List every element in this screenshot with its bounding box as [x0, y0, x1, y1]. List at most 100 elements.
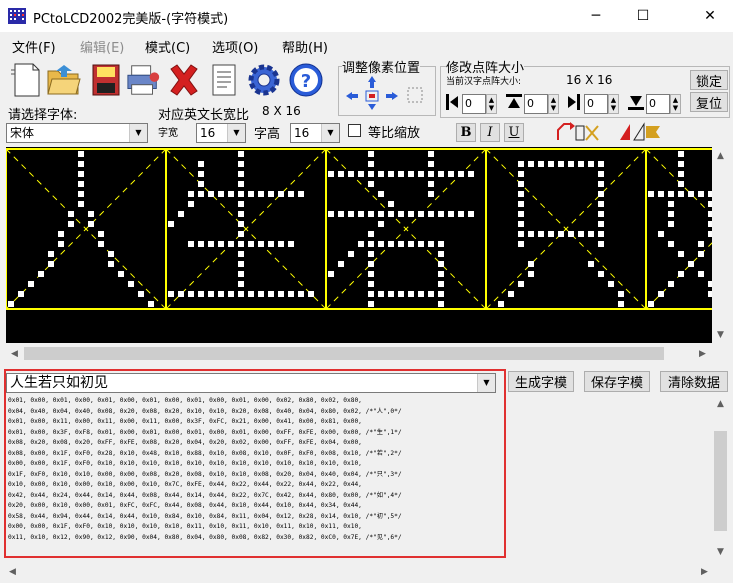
keep-ratio-label: 等比缩放 — [368, 126, 421, 141]
menu-mode[interactable]: 模式(C) — [145, 37, 190, 56]
glyph-dot — [368, 171, 374, 177]
help-question-icon[interactable]: ? — [288, 62, 324, 98]
glyph-dot — [428, 181, 434, 187]
glyph-dot — [248, 191, 254, 197]
close-button[interactable]: ✕ — [687, 0, 733, 32]
bold-button[interactable]: B — [456, 123, 476, 142]
glyph-dot — [418, 291, 424, 297]
glyph-dot — [208, 241, 214, 247]
code-output[interactable]: 0x01, 0x00, 0x01, 0x00, 0x01, 0x00, 0x01… — [8, 396, 504, 554]
glyph-dot — [428, 151, 434, 157]
scroll-right-icon[interactable]: ▶ — [696, 563, 713, 580]
flip-icon[interactable] — [618, 122, 662, 145]
top-size-stepper[interactable]: ▲ ▼ — [548, 94, 559, 114]
preview-vertical-scrollbar[interactable]: ▲ ▼ — [712, 147, 729, 343]
clear-data-button[interactable]: 清除数据 — [660, 371, 728, 392]
left-size-field[interactable]: 0 — [462, 94, 486, 114]
glyph-dot — [518, 221, 524, 227]
glyph-dot — [198, 241, 204, 247]
reset-button[interactable]: 复位 — [690, 92, 728, 112]
scroll-up-icon[interactable]: ▲ — [712, 147, 729, 164]
keep-ratio-checkbox[interactable] — [348, 124, 361, 137]
code-scroll-thumb[interactable] — [714, 431, 727, 531]
menu-help[interactable]: 帮助(H) — [282, 37, 328, 56]
print-icon[interactable] — [126, 62, 162, 98]
glyph-dot — [588, 261, 594, 267]
glyph-dot — [368, 251, 374, 257]
scroll-left-icon[interactable]: ◀ — [4, 563, 21, 580]
glyph-dot — [238, 151, 244, 157]
glyph-dot — [428, 161, 434, 167]
save-font-button[interactable]: 保存字模 — [584, 371, 650, 392]
glyph-dot — [368, 231, 374, 237]
glyph-dot — [548, 231, 554, 237]
glyph-dot — [338, 211, 344, 217]
delete-x-icon[interactable] — [166, 62, 202, 98]
code-vertical-scrollbar[interactable]: ▲ ▼ — [712, 395, 729, 560]
glyph-dot — [368, 291, 374, 297]
glyph-dot — [428, 291, 434, 297]
font-height-value: 16 — [294, 126, 310, 140]
left-size-stepper[interactable]: ▲ ▼ — [486, 94, 497, 114]
app-icon — [8, 8, 26, 24]
glyph-preview-canvas[interactable] — [6, 147, 712, 343]
chevron-down-icon: ▼ — [321, 124, 339, 142]
menu-file[interactable]: 文件(F) — [12, 37, 56, 56]
glyph-dot — [288, 241, 294, 247]
notes-icon[interactable] — [206, 62, 242, 98]
new-document-icon[interactable] — [8, 62, 44, 98]
glyph-dot — [198, 181, 204, 187]
glyph-dot — [668, 191, 674, 197]
glyph-dot — [348, 251, 354, 257]
open-folder-icon[interactable] — [46, 62, 82, 98]
glyph-dot — [188, 201, 194, 207]
glyph-dot — [698, 251, 704, 257]
maximize-button[interactable]: ☐ — [620, 0, 666, 32]
scroll-down-icon[interactable]: ▼ — [712, 326, 729, 343]
rotate-icon[interactable] — [556, 122, 600, 145]
glyph-dot — [588, 161, 594, 167]
ratio-label: 对应英文长宽比 — [158, 108, 250, 123]
font-width-select[interactable]: 16 ▼ — [196, 123, 246, 143]
scroll-right-icon[interactable]: ▶ — [694, 345, 711, 362]
font-select[interactable]: 宋体 ▼ — [6, 123, 148, 143]
preview-horizontal-scrollbar[interactable]: ◀ ▶ — [6, 345, 712, 362]
font-width-value: 16 — [200, 126, 216, 140]
glyph-dot — [138, 291, 144, 297]
glyph-dot — [418, 211, 424, 217]
glyph-dot — [438, 251, 444, 257]
lock-button[interactable]: 锁定 — [690, 70, 728, 90]
right-size-field[interactable]: 0 — [584, 94, 608, 114]
generate-button[interactable]: 生成字模 — [508, 371, 574, 392]
input-text-combo[interactable]: 人生若只如初见 ▼ — [6, 373, 496, 393]
glyph-dot — [78, 151, 84, 157]
font-width-label: 字宽 — [158, 128, 178, 139]
glyph-dot — [518, 211, 524, 217]
menu-options[interactable]: 选项(O) — [212, 37, 258, 56]
minimize-button[interactable]: ─ — [573, 0, 619, 32]
glyph-dot — [18, 291, 24, 297]
glyph-dot — [218, 191, 224, 197]
scroll-down-icon[interactable]: ▼ — [712, 543, 729, 560]
menu-edit[interactable]: 编辑(E) — [80, 37, 124, 56]
glyph-dot — [238, 251, 244, 257]
bottom-size-stepper[interactable]: ▲ ▼ — [670, 94, 681, 114]
glyph-dot — [418, 241, 424, 247]
font-height-select[interactable]: 16 ▼ — [290, 123, 340, 143]
settings-gear-icon[interactable] — [246, 62, 282, 98]
glyph-dot — [598, 161, 604, 167]
save-disk-icon[interactable] — [88, 62, 124, 98]
svg-text:?: ? — [301, 71, 311, 92]
bottom-scrollbar[interactable]: ◀ ▶ — [0, 561, 733, 583]
scroll-thumb[interactable] — [24, 347, 664, 360]
underline-button[interactable]: U — [504, 123, 524, 142]
italic-button[interactable]: I — [480, 123, 500, 142]
bottom-size-field[interactable]: 0 — [646, 94, 670, 114]
scroll-up-icon[interactable]: ▲ — [712, 395, 729, 412]
glyph-dot — [698, 241, 704, 247]
glyph-dot — [598, 271, 604, 277]
scroll-left-icon[interactable]: ◀ — [6, 345, 23, 362]
glyph-dot — [378, 221, 384, 227]
top-size-field[interactable]: 0 — [524, 94, 548, 114]
right-size-stepper[interactable]: ▲ ▼ — [608, 94, 619, 114]
